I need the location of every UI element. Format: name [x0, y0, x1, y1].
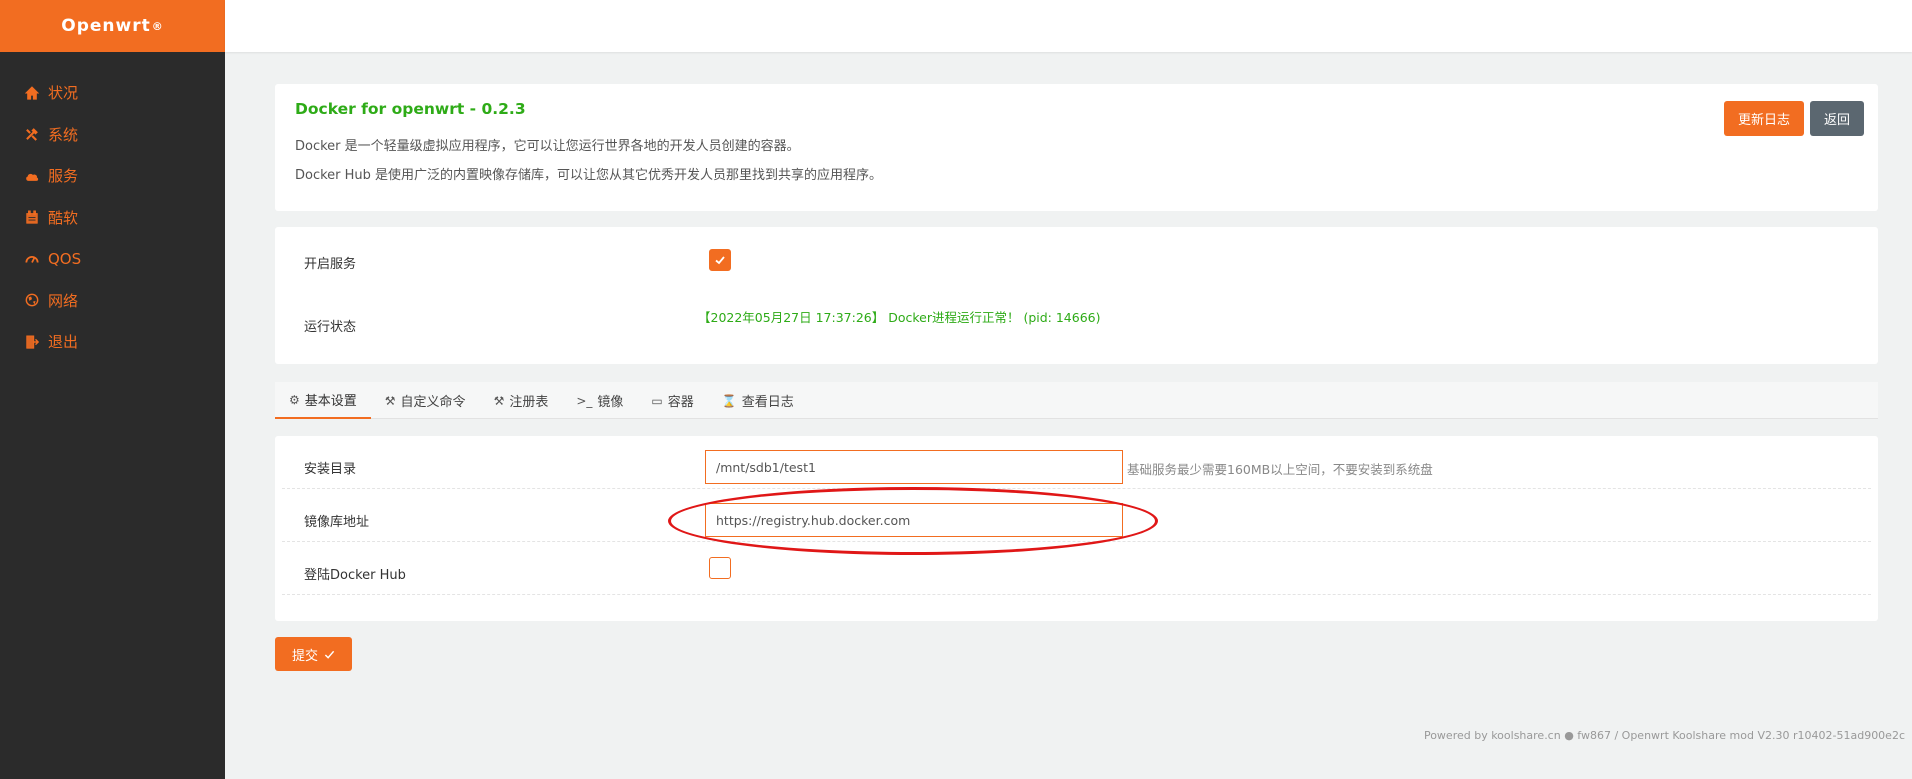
tab-images[interactable]: >_ 镜像: [562, 382, 637, 419]
tools-icon: ⚒: [384, 393, 396, 408]
registry-input[interactable]: [705, 503, 1123, 537]
tools-icon: ⚒: [493, 393, 505, 408]
description-line-1: Docker 是一个轻量级虚拟应用程序，它可以让您运行世界各地的开发人员创建的容…: [295, 139, 800, 154]
login-row: 登陆Docker Hub: [282, 542, 1871, 595]
install-dir-input[interactable]: [705, 450, 1123, 484]
sidebar-item-label: 状况: [48, 84, 79, 103]
sidebar-item-label: 服务: [48, 167, 79, 186]
login-docker-hub-label: 登陆Docker Hub: [304, 568, 406, 583]
sidebar-item-services[interactable]: 服务: [0, 155, 225, 197]
tools-icon: [24, 126, 40, 142]
back-button[interactable]: 返回: [1810, 101, 1864, 136]
brand-name: Openwrt: [61, 16, 151, 36]
tab-label: 注册表: [509, 395, 549, 410]
enable-service-label: 开启服务: [304, 257, 357, 272]
sidebar-item-label: 退出: [48, 333, 79, 352]
submit-button[interactable]: 提交: [275, 637, 352, 671]
login-docker-hub-checkbox[interactable]: [709, 557, 731, 579]
registry-row: 镜像库地址: [282, 489, 1871, 542]
calendar-icon: [24, 209, 40, 225]
sidebar-item-qos[interactable]: QOS: [0, 238, 225, 280]
sidebar-item-label: 网络: [48, 291, 79, 310]
run-status-text: 【2022年05月27日 17:37:26】 Docker进程运行正常！ (pi…: [698, 310, 1101, 325]
gauge-icon: [24, 251, 40, 267]
tab-registry[interactable]: ⚒ 注册表: [480, 382, 563, 419]
page-title: Docker for openwrt - 0.2.3: [295, 100, 526, 118]
basic-settings-card: 安装目录 基础服务最少需要160MB以上空间，不要安装到系统盘 镜像库地址 登陆…: [275, 436, 1878, 621]
service-status-card: 开启服务 运行状态 【2022年05月27日 17:37:26】 Docker进…: [275, 227, 1878, 364]
enable-service-checkbox[interactable]: [709, 249, 731, 271]
sidebar-item-label: 系统: [48, 125, 79, 144]
gear-icon: ⚙: [289, 392, 300, 407]
run-status-label: 运行状态: [304, 320, 357, 335]
logout-icon: [24, 334, 40, 350]
tab-custom-commands[interactable]: ⚒ 自定义命令: [371, 382, 480, 419]
tab-label: 容器: [667, 395, 694, 410]
cloud-icon: [24, 168, 40, 184]
check-icon: [324, 650, 335, 659]
tab-label: 镜像: [597, 395, 624, 410]
sidebar-item-status[interactable]: 状况: [0, 72, 225, 114]
changelog-button[interactable]: 更新日志: [1724, 101, 1804, 136]
install-dir-label: 安装目录: [304, 462, 357, 477]
app-info-card: Docker for openwrt - 0.2.3 Docker 是一个轻量级…: [275, 84, 1878, 211]
globe-icon: [24, 292, 40, 308]
sidebar-item-label: QOS: [48, 249, 82, 268]
settings-tabs: ⚙ 基本设置 ⚒ 自定义命令 ⚒ 注册表 >_ 镜像 ▭ 容器 ⌛ 查看日志: [275, 382, 1878, 419]
footer-text: Powered by koolshare.cn ● fw867 / Openwr…: [1423, 729, 1905, 742]
tab-label: 查看日志: [741, 395, 794, 410]
terminal-icon: >_: [576, 393, 593, 408]
brand-logo[interactable]: Openwrt ®: [0, 0, 225, 52]
sidebar: Openwrt ® 状况 系统 服务 酷软 QOS 网络 退出: [0, 0, 225, 779]
home-icon: [24, 85, 40, 101]
hourglass-icon: ⌛: [721, 393, 737, 408]
registered-mark: ®: [151, 19, 164, 33]
tab-label: 基本设置: [304, 394, 357, 409]
tab-containers[interactable]: ▭ 容器: [637, 382, 707, 419]
tab-basic-settings[interactable]: ⚙ 基本设置: [275, 382, 371, 419]
tab-view-logs[interactable]: ⌛ 查看日志: [708, 382, 808, 419]
sidebar-item-software[interactable]: 酷软: [0, 197, 225, 239]
description-line-2: Docker Hub 是使用广泛的内置映像存储库，可以让您从其它优秀开发人员那里…: [295, 168, 883, 183]
registry-label: 镜像库地址: [304, 515, 370, 530]
monitor-icon: ▭: [651, 393, 663, 408]
tab-label: 自定义命令: [400, 395, 466, 410]
sidebar-nav: 状况 系统 服务 酷软 QOS 网络 退出: [0, 72, 225, 363]
check-icon: [715, 256, 725, 265]
install-dir-row: 安装目录 基础服务最少需要160MB以上空间，不要安装到系统盘: [282, 436, 1871, 489]
sidebar-item-label: 酷软: [48, 208, 79, 227]
install-dir-hint: 基础服务最少需要160MB以上空间，不要安装到系统盘: [1127, 462, 1433, 477]
submit-label: 提交: [291, 647, 318, 663]
sidebar-item-network[interactable]: 网络: [0, 280, 225, 322]
sidebar-item-logout[interactable]: 退出: [0, 321, 225, 363]
top-header: [225, 0, 1912, 52]
sidebar-item-system[interactable]: 系统: [0, 114, 225, 156]
